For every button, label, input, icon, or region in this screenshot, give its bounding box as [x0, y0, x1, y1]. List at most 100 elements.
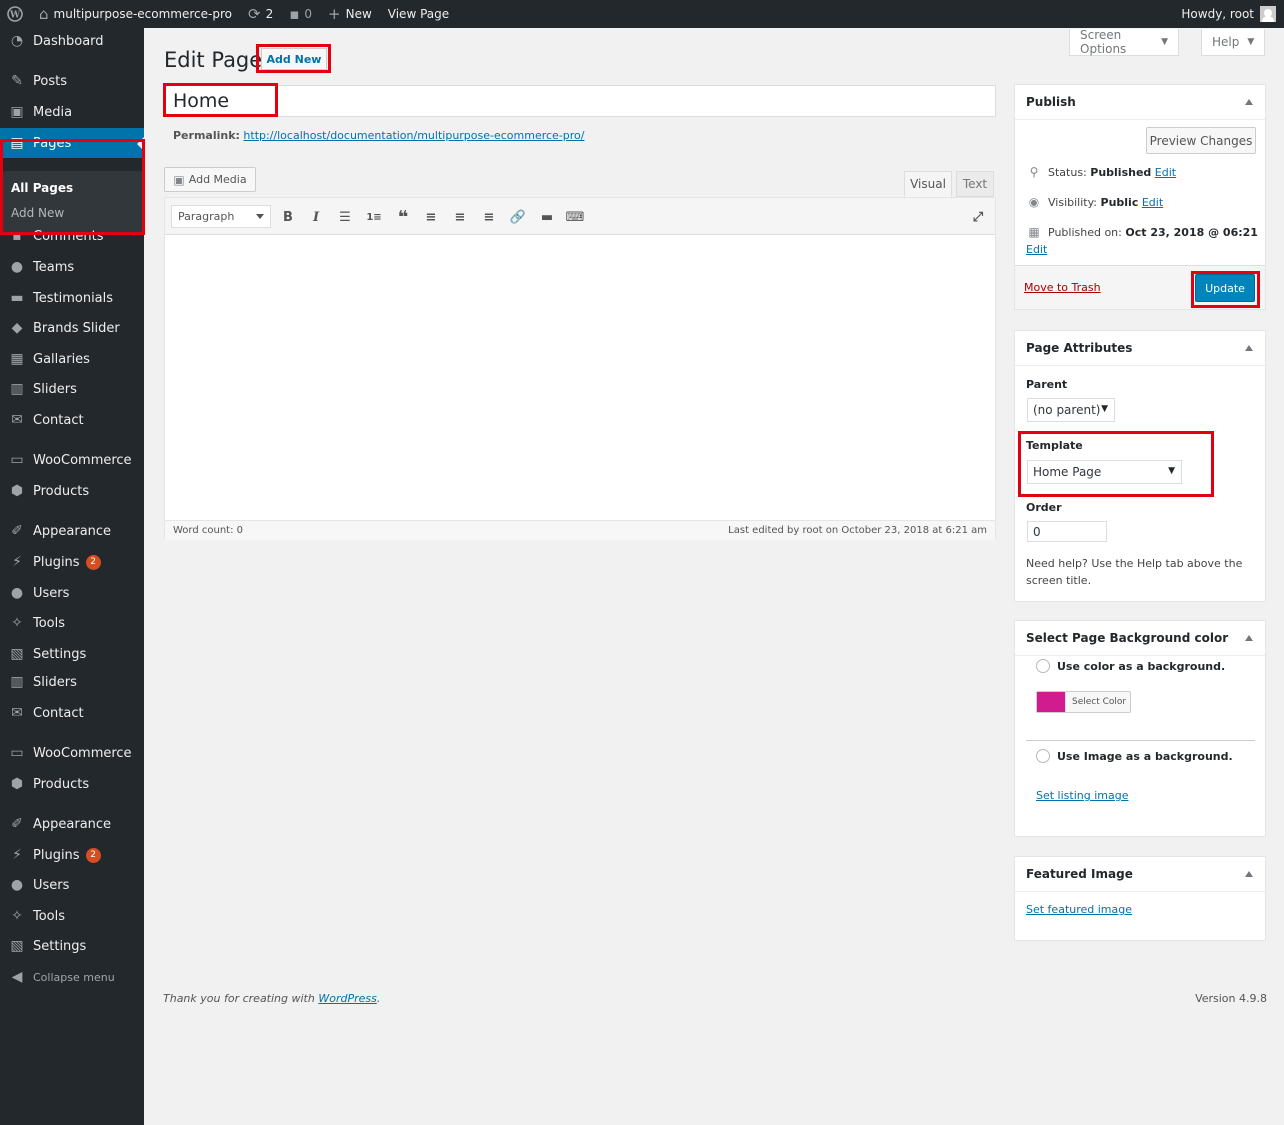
toggle-arrow-icon[interactable]	[1245, 99, 1253, 105]
post-title-input[interactable]: Home	[164, 85, 996, 117]
sidebar-item-contact[interactable]: ✉ Contact	[0, 405, 144, 435]
select-color-label: Select Color	[1065, 692, 1126, 712]
select-color-button[interactable]: Select Color	[1036, 691, 1131, 713]
toggle-arrow-icon[interactable]	[1245, 871, 1253, 877]
wordpress-logo-icon[interactable]: W	[0, 0, 31, 28]
sidebar-item-woocommerce[interactable]: ▭ WooCommerce	[0, 445, 144, 475]
read-more-icon[interactable]: ▬	[537, 207, 557, 227]
tab-visual[interactable]: Visual	[904, 171, 952, 197]
sidebar-item-pages[interactable]: ▤ Pages	[0, 128, 144, 158]
sidebar-item-woocommerce[interactable]: ▭ WooCommerce	[0, 738, 144, 768]
sidebar-item-comments[interactable]: ▪ Comments	[0, 221, 144, 251]
sidebar-item-posts[interactable]: ✎ Posts	[0, 66, 144, 96]
sidebar-item-gallaries[interactable]: ▦ Gallaries	[0, 344, 144, 374]
sidebar-item-products[interactable]: ⬢ Products	[0, 476, 144, 506]
settings-icon: ▧	[10, 646, 24, 662]
edit-visibility-link[interactable]: Edit	[1142, 196, 1163, 209]
align-left-icon[interactable]: ≡	[421, 207, 441, 227]
sidebar-item-teams[interactable]: ● Teams	[0, 252, 144, 282]
permalink-url[interactable]: http://localhost/documentation/multipurp…	[243, 129, 584, 142]
toolbar-toggle-icon[interactable]: ⌨	[565, 207, 585, 227]
add-new-button[interactable]: Add New	[261, 48, 327, 70]
editor-content-area[interactable]	[165, 235, 995, 521]
woo-icon: ▭	[10, 452, 24, 468]
comments-link[interactable]: ▪ 0	[281, 0, 320, 28]
featured-image-box: Featured Image Set featured image	[1014, 856, 1266, 941]
help-button[interactable]: Help ▼	[1201, 29, 1265, 56]
admin-menu: All Pages Add New ◔ Dashboard ✎ Posts ▣ Media…	[0, 28, 144, 1125]
sidebar-item-dashboard[interactable]: ◔ Dashboard	[0, 26, 144, 56]
sidebar-item-testimonials[interactable]: ▬ Testimonials	[0, 283, 144, 313]
align-center-icon[interactable]: ≡	[450, 207, 470, 227]
submenu-add-new[interactable]: Add New	[11, 206, 64, 220]
wordpress-link[interactable]: WordPress	[318, 992, 377, 1005]
sidebar-item-products[interactable]: ⬢ Products	[0, 769, 144, 799]
background-color-header[interactable]: Select Page Background color	[1015, 621, 1265, 656]
edit-status-link[interactable]: Edit	[1155, 166, 1176, 179]
view-page-link[interactable]: View Page	[380, 0, 457, 28]
italic-icon[interactable]: I	[306, 207, 326, 227]
set-featured-image-link[interactable]: Set featured image	[1026, 903, 1132, 916]
sidebar-item-sliders[interactable]: ▥ Sliders	[0, 374, 144, 404]
order-label: Order	[1026, 501, 1062, 514]
updates-count: 2	[265, 7, 274, 21]
sidebar-item-settings[interactable]: ▧ Settings	[0, 639, 144, 669]
sidebar-item-users[interactable]: ● Users	[0, 870, 144, 900]
align-right-icon[interactable]: ≡	[479, 207, 499, 227]
media-icon: ▣	[173, 172, 185, 187]
featured-image-header[interactable]: Featured Image	[1015, 857, 1265, 892]
sidebar-item-users[interactable]: ● Users	[0, 578, 144, 608]
new-content-link[interactable]: + New	[320, 0, 380, 28]
submenu-all-pages[interactable]: All Pages	[11, 181, 73, 195]
add-media-button[interactable]: ▣ Add Media	[164, 167, 256, 192]
use-image-radio[interactable]	[1036, 749, 1050, 763]
sidebar-item-appearance[interactable]: ✐ Appearance	[0, 809, 144, 839]
sidebar-item-brands-slider[interactable]: ◆ Brands Slider	[0, 313, 144, 343]
bold-icon[interactable]: B	[278, 207, 298, 227]
last-edited: Last edited by root on October 23, 2018 …	[728, 525, 987, 536]
move-to-trash-link[interactable]: Move to Trash	[1024, 281, 1101, 294]
sidebar-item-tools[interactable]: ✧ Tools	[0, 901, 144, 931]
set-listing-image-link[interactable]: Set listing image	[1036, 789, 1129, 802]
sidebar-item-settings[interactable]: ▧ Settings	[0, 931, 144, 961]
sidebar-item-appearance[interactable]: ✐ Appearance	[0, 516, 144, 546]
sidebar-item-plugins[interactable]: ⚡ Plugins 2	[0, 840, 144, 870]
update-button[interactable]: Update	[1195, 274, 1255, 302]
parent-select[interactable]: (no parent) ▼	[1027, 398, 1115, 422]
use-color-label: Use color as a background.	[1057, 660, 1226, 673]
blockquote-icon[interactable]: ❝	[393, 207, 413, 228]
bullet-list-icon[interactable]: ☰	[335, 207, 355, 227]
sidebar-item-collapse-menu[interactable]: ◀ Collapse menu	[0, 962, 144, 992]
sidebar-item-sliders[interactable]: ▥ Sliders	[0, 667, 144, 697]
my-account-link[interactable]: Howdy, root	[1181, 0, 1284, 28]
parent-select-value: (no parent)	[1033, 403, 1101, 417]
publish-box-header[interactable]: Publish	[1015, 85, 1265, 120]
toggle-arrow-icon[interactable]	[1245, 635, 1253, 641]
tab-text[interactable]: Text	[956, 171, 994, 197]
page-attributes-header[interactable]: Page Attributes	[1015, 331, 1265, 366]
sidebar-item-tools[interactable]: ✧ Tools	[0, 608, 144, 638]
sidebar-item-media[interactable]: ▣ Media	[0, 97, 144, 127]
numbered-list-icon[interactable]: 1≡	[364, 207, 384, 227]
use-color-radio[interactable]	[1036, 659, 1050, 673]
template-select[interactable]: Home Page ▼	[1027, 460, 1182, 484]
sidebar-item-plugins[interactable]: ⚡ Plugins 2	[0, 547, 144, 577]
link-icon[interactable]: 🔗	[508, 207, 528, 227]
updates-link[interactable]: ⟳ 2	[240, 0, 281, 28]
fullscreen-icon[interactable]: ⤢	[968, 207, 988, 227]
preview-changes-button[interactable]: Preview Changes	[1146, 127, 1256, 154]
main-content: Screen Options ▼ Help ▼ Edit Page Add New …	[144, 28, 1284, 1125]
sidebar-item-label: Testimonials	[33, 290, 114, 306]
sidebar-item-label: Appearance	[33, 816, 112, 832]
collapse-icon: ◀	[11, 969, 23, 985]
site-name-link[interactable]: ⌂ multipurpose-ecommerce-pro	[31, 0, 240, 28]
format-select[interactable]: Paragraph	[171, 205, 271, 228]
screen-options-button[interactable]: Screen Options ▼	[1069, 28, 1179, 56]
edit-date-link[interactable]: Edit	[1026, 243, 1047, 256]
order-input[interactable]: 0	[1027, 521, 1107, 542]
sidebar-item-label: Contact	[33, 705, 84, 721]
toggle-arrow-icon[interactable]	[1245, 345, 1253, 351]
sidebar-item-contact[interactable]: ✉ Contact	[0, 698, 144, 728]
background-color-box: Select Page Background color Use color a…	[1014, 620, 1266, 837]
color-swatch	[1037, 692, 1065, 712]
